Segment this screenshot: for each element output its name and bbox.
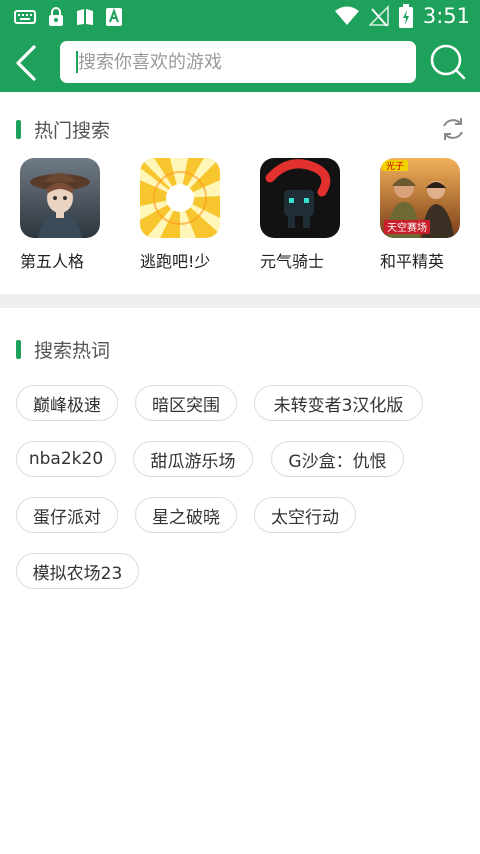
game-item[interactable]: 第五人格	[20, 158, 130, 272]
app-header: 3:51	[0, 0, 480, 92]
hot-games-list: 第五人格 逃跑吧!少 元气骑士 光子 天空赛场 和平精英	[0, 158, 480, 278]
search-input[interactable]	[76, 50, 400, 74]
status-bar: 3:51	[0, 0, 480, 34]
hot-word-tag[interactable]: 甜瓜游乐场	[133, 441, 253, 477]
refresh-icon	[443, 118, 463, 140]
search-icon	[430, 44, 466, 80]
status-clock: 3:51	[422, 4, 470, 28]
game-icon	[140, 158, 220, 238]
game-icon	[260, 158, 340, 238]
game-item[interactable]: 逃跑吧!少	[140, 158, 250, 272]
hot-word-tag[interactable]: 星之破晓	[135, 497, 237, 533]
hot-word-tag[interactable]: 模拟农场23	[16, 553, 139, 589]
no-signal-icon	[368, 5, 389, 27]
keyboard-icon	[14, 10, 36, 24]
hot-word-tag[interactable]: G沙盒：仇恨	[271, 441, 404, 477]
hot-word-tag[interactable]: 蛋仔派对	[16, 497, 118, 533]
lock-icon	[49, 7, 63, 26]
section-accent-bar	[16, 340, 21, 359]
game-icon	[20, 158, 100, 238]
search-button[interactable]	[428, 42, 468, 82]
hot-word-tag[interactable]: 暗区突围	[135, 385, 237, 421]
game-name: 第五人格	[20, 252, 85, 271]
text-cursor	[76, 51, 78, 73]
game-icon: 光子 天空赛场	[380, 158, 460, 238]
hot-word-tag[interactable]: 太空行动	[254, 497, 356, 533]
back-button[interactable]	[12, 44, 42, 82]
hot-search-header: 热门搜索	[16, 116, 110, 143]
hot-word-tag[interactable]: 巅峰极速	[16, 385, 118, 421]
search-bar	[0, 34, 480, 92]
battery-charging-icon	[398, 4, 413, 28]
chevron-left-icon	[16, 45, 36, 81]
game-name: 逃跑吧!少	[140, 252, 211, 271]
wifi-icon	[334, 6, 359, 25]
book-icon	[77, 9, 93, 25]
section-divider	[0, 294, 480, 308]
section-accent-bar	[16, 120, 21, 139]
game-name: 和平精英	[380, 252, 445, 271]
game-item[interactable]: 光子 天空赛场 和平精英	[380, 158, 480, 272]
hot-words-header: 搜索热词	[16, 336, 110, 363]
refresh-button[interactable]	[440, 116, 466, 142]
hot-words-title: 搜索热词	[34, 340, 111, 362]
game-item[interactable]: 元气骑士	[260, 158, 370, 272]
game-icon-badge-text: 光子	[386, 160, 404, 172]
hot-word-tag[interactable]: 未转变者3汉化版	[254, 385, 423, 421]
hot-word-tag[interactable]: nba2k20	[16, 441, 116, 477]
hot-search-title: 热门搜索	[34, 120, 111, 142]
android-a-icon	[106, 8, 122, 26]
search-field-container	[60, 41, 416, 83]
game-icon-banner-text: 天空赛场	[387, 221, 427, 234]
game-name: 元气骑士	[260, 252, 325, 271]
